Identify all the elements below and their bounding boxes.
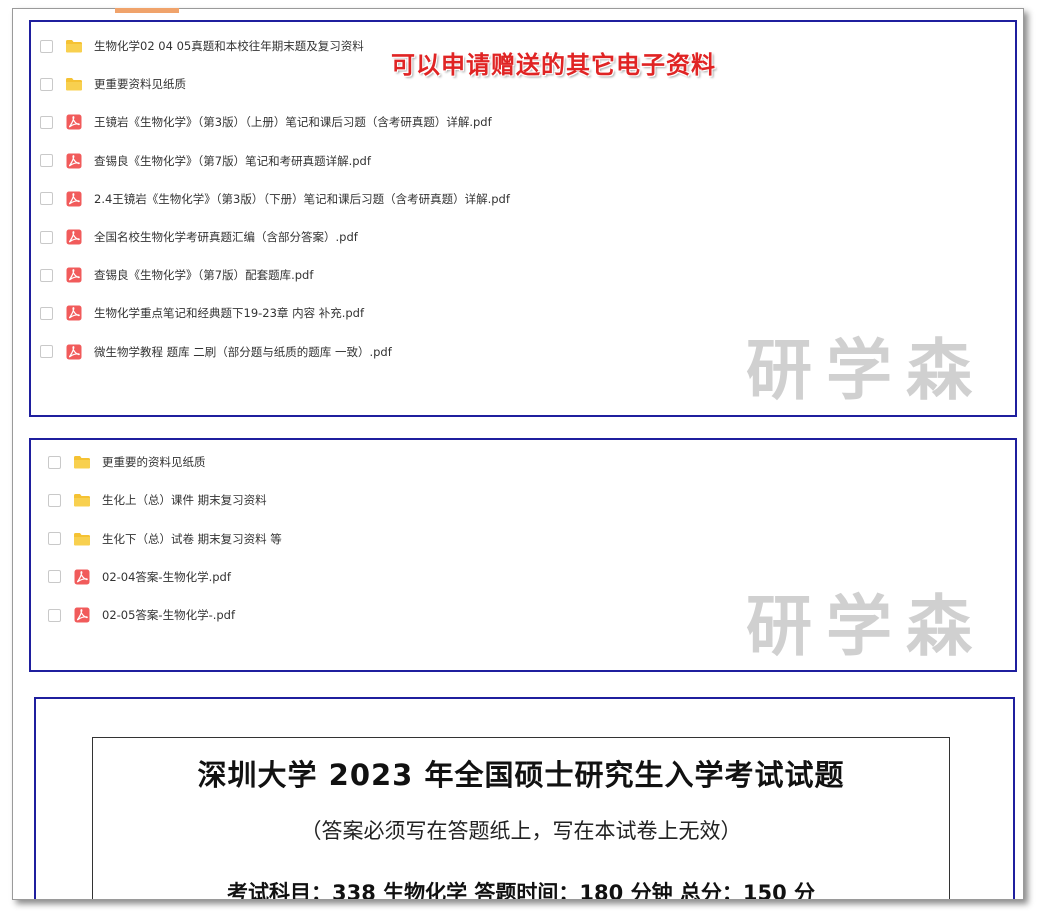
- file-name[interactable]: 生物化学重点笔记和经典题下19-23章 内容 补充.pdf: [94, 305, 364, 321]
- file-name[interactable]: 更重要资料见纸质: [94, 76, 186, 92]
- file-name[interactable]: 查锡良《生物化学》（第7版）笔记和考研真题详解.pdf: [94, 153, 371, 169]
- row-checkbox[interactable]: [40, 77, 53, 91]
- file-name[interactable]: 生物化学02 04 05真题和本校往年期末题及复习资料: [94, 38, 364, 54]
- tab-indicator: [115, 8, 179, 13]
- folder-icon: [73, 491, 91, 509]
- pdf-icon: [65, 152, 83, 170]
- file-row[interactable]: 微生物学教程 题库 二刷（部分题与纸质的题库 一致）.pdf: [40, 342, 392, 362]
- pdf-icon: [65, 228, 83, 246]
- pdf-icon: [65, 343, 83, 361]
- file-row[interactable]: 查锡良《生物化学》（第7版）配套题库.pdf: [40, 265, 313, 285]
- row-checkbox[interactable]: [48, 570, 61, 584]
- pdf-icon: [65, 304, 83, 322]
- file-row[interactable]: 生物化学重点笔记和经典题下19-23章 内容 补充.pdf: [40, 303, 364, 323]
- watermark: 研学森: [746, 588, 986, 665]
- file-name[interactable]: 生化下（总）试卷 期末复习资料 等: [102, 531, 282, 547]
- file-row[interactable]: 更重要资料见纸质: [40, 74, 186, 94]
- exam-paper: 深圳大学 2023 年全国硕士研究生入学考试试题 （答案必须写在答题纸上，写在本…: [92, 737, 950, 900]
- file-row[interactable]: 生化下（总）试卷 期末复习资料 等: [48, 529, 282, 549]
- row-checkbox[interactable]: [40, 154, 53, 168]
- row-checkbox[interactable]: [40, 230, 53, 244]
- file-name[interactable]: 02-05答案-生物化学-.pdf: [102, 607, 235, 623]
- row-checkbox[interactable]: [48, 455, 61, 469]
- row-checkbox[interactable]: [40, 306, 53, 320]
- folder-icon: [73, 530, 91, 548]
- file-row[interactable]: 2.4王镜岩《生物化学》（第3版）（下册）笔记和课后习题（含考研真题）详解.pd…: [40, 189, 510, 209]
- file-name[interactable]: 更重要的资料见纸质: [102, 454, 206, 470]
- exam-preview-panel: 深圳大学 2023 年全国硕士研究生入学考试试题 （答案必须写在答题纸上，写在本…: [34, 697, 1015, 900]
- pdf-icon: [73, 606, 91, 624]
- file-row[interactable]: 更重要的资料见纸质: [48, 452, 206, 472]
- folder-icon: [65, 37, 83, 55]
- promo-banner: 可以申请赠送的其它电子资料: [391, 51, 716, 79]
- exam-subject-info: 考试科目：338 生物化学 答题时间：180 分钟 总分：150 分: [226, 881, 816, 900]
- row-checkbox[interactable]: [48, 493, 61, 507]
- file-list-panel-1: 生物化学02 04 05真题和本校往年期末题及复习资料 更重要资料见纸质王镜岩《生…: [29, 20, 1017, 417]
- row-checkbox[interactable]: [40, 39, 53, 53]
- row-checkbox[interactable]: [40, 115, 53, 129]
- exam-instructions: （答案必须写在答题纸上，写在本试卷上无效）: [300, 819, 742, 843]
- file-name[interactable]: 全国名校生物化学考研真题汇编（含部分答案）.pdf: [94, 229, 358, 245]
- file-row[interactable]: 查锡良《生物化学》（第7版）笔记和考研真题详解.pdf: [40, 151, 371, 171]
- row-checkbox[interactable]: [40, 268, 53, 282]
- file-list-panel-2: 更重要的资料见纸质生化上（总）课件 期末复习资料 生化下（总）试卷 期末复习资料 …: [29, 438, 1017, 672]
- pdf-icon: [65, 190, 83, 208]
- pdf-icon: [73, 568, 91, 586]
- file-name[interactable]: 生化上（总）课件 期末复习资料: [102, 492, 267, 508]
- file-name[interactable]: 查锡良《生物化学》（第7版）配套题库.pdf: [94, 267, 313, 283]
- file-row[interactable]: 02-05答案-生物化学-.pdf: [48, 605, 235, 625]
- pdf-icon: [65, 113, 83, 131]
- file-row[interactable]: 全国名校生物化学考研真题汇编（含部分答案）.pdf: [40, 227, 358, 247]
- folder-icon: [73, 453, 91, 471]
- row-checkbox[interactable]: [48, 608, 61, 622]
- file-name[interactable]: 2.4王镜岩《生物化学》（第3版）（下册）笔记和课后习题（含考研真题）详解.pd…: [94, 191, 510, 207]
- folder-icon: [65, 75, 83, 93]
- file-name[interactable]: 02-04答案-生物化学.pdf: [102, 569, 231, 585]
- watermark: 研学森: [746, 332, 986, 409]
- file-row[interactable]: 生物化学02 04 05真题和本校往年期末题及复习资料: [40, 36, 364, 56]
- file-name[interactable]: 王镜岩《生物化学》（第3版）（上册）笔记和课后习题（含考研真题）详解.pdf: [94, 114, 492, 130]
- file-row[interactable]: 生化上（总）课件 期末复习资料: [48, 490, 267, 510]
- file-row[interactable]: 王镜岩《生物化学》（第3版）（上册）笔记和课后习题（含考研真题）详解.pdf: [40, 112, 492, 132]
- pdf-icon: [65, 266, 83, 284]
- row-checkbox[interactable]: [40, 192, 53, 206]
- file-row[interactable]: 02-04答案-生物化学.pdf: [48, 567, 231, 587]
- row-checkbox[interactable]: [48, 532, 61, 546]
- file-name[interactable]: 微生物学教程 题库 二刷（部分题与纸质的题库 一致）.pdf: [94, 344, 392, 360]
- document-frame: 生物化学02 04 05真题和本校往年期末题及复习资料 更重要资料见纸质王镜岩《生…: [12, 8, 1024, 900]
- exam-title: 深圳大学 2023 年全国硕士研究生入学考试试题: [197, 758, 845, 792]
- row-checkbox[interactable]: [40, 345, 53, 359]
